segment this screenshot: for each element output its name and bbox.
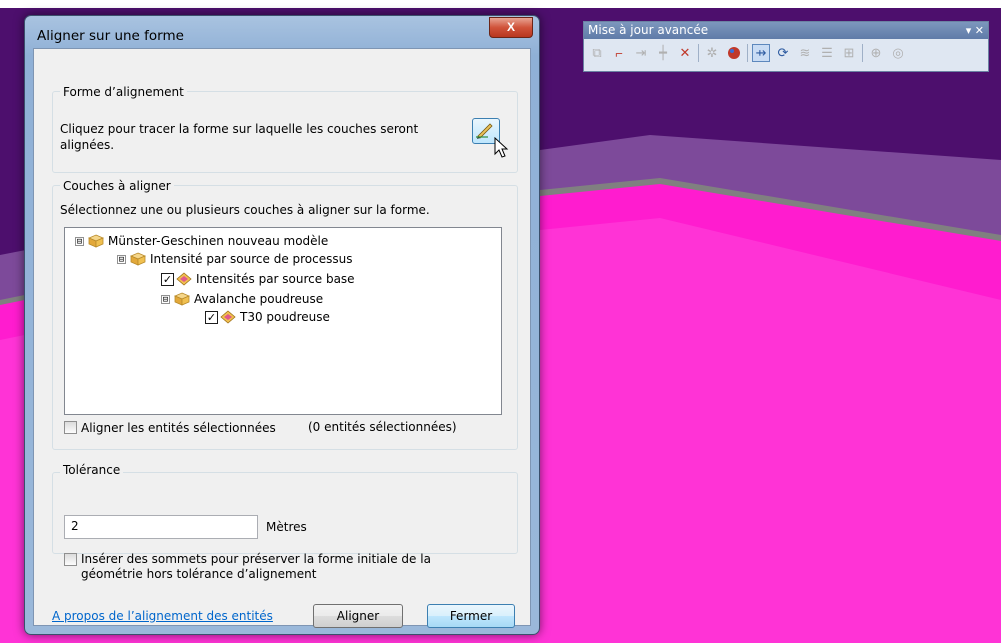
explode-icon[interactable]: ✲ <box>703 44 721 62</box>
align-button[interactable]: Aligner <box>313 604 403 628</box>
toolbar-title[interactable]: Mise à jour avancée ▾ ✕ <box>584 22 988 39</box>
shape-group-legend: Forme d’alignement <box>60 85 187 99</box>
smooth-icon[interactable]: ≋ <box>796 44 814 62</box>
close-icon[interactable]: X <box>489 17 533 38</box>
tree-node-label: T30 poudreuse <box>240 310 330 324</box>
tolerance-input[interactable]: 2 <box>64 515 258 539</box>
tolerance-group <box>52 472 518 554</box>
copy-features-icon[interactable]: ⧉ <box>588 44 606 62</box>
line-intersection-icon[interactable]: ✕ <box>676 44 694 62</box>
tree-node-intensites-base[interactable]: ✓ Intensités par source base <box>161 270 355 288</box>
collapse-icon[interactable]: ⊟ <box>75 236 84 246</box>
toolbar-separator <box>862 44 863 62</box>
layers-tree[interactable]: ⊟ Münster-Geschinen nouveau modèle ⊟ Int… <box>64 227 502 415</box>
layers-group-legend: Couches à aligner <box>60 179 174 193</box>
dialog-body: Forme d’alignement Cliquez pour tracer l… <box>33 48 531 628</box>
tolerance-unit: Mètres <box>266 520 307 534</box>
tolerance-legend: Tolérance <box>60 463 124 477</box>
shape-instruction: Cliquez pour tracer la forme sur laquell… <box>60 122 419 152</box>
about-alignment-link[interactable]: A propos de l’alignement des entités <box>52 609 273 623</box>
construct-points-icon[interactable]: ⊞ <box>840 44 858 62</box>
toolbar-separator <box>747 44 748 62</box>
tree-node-avalanche-poudreuse[interactable]: ⊟ Avalanche poudreuse <box>161 290 323 308</box>
feature-layer-icon <box>220 310 236 324</box>
generalize-icon[interactable] <box>725 44 743 62</box>
layers-instruction: Sélectionnez une ou plusieurs couches à … <box>60 203 430 217</box>
extend-icon[interactable]: ⇥ <box>632 44 650 62</box>
topology-icon[interactable]: ◎ <box>889 44 907 62</box>
feature-layer-icon <box>176 272 192 286</box>
group-layer-icon <box>130 252 146 266</box>
toolbar-separator <box>698 44 699 62</box>
group-layer-icon <box>174 292 190 306</box>
align-to-shape-icon[interactable]: ⇸ <box>752 44 770 62</box>
tree-node-label: Intensités par source base <box>196 272 355 286</box>
insert-vertices-checkbox[interactable] <box>64 553 77 566</box>
dialog-title: Aligner sur une forme <box>37 28 184 44</box>
replace-geometry-icon[interactable]: ⟳ <box>774 44 792 62</box>
tree-node-t30-poudreuse[interactable]: ✓ T30 poudreuse <box>205 308 330 326</box>
selected-count: (0 entités sélectionnées) <box>308 420 457 434</box>
fillet-icon[interactable]: ⌐ <box>610 44 628 62</box>
tree-node-label: Avalanche poudreuse <box>194 292 324 306</box>
toolbar-title-text: Mise à jour avancée <box>588 23 709 37</box>
toolbar-icons: ⧉ ⌐ ⇥ ┿ ✕ ✲ ⇸ ⟳ ≋ ☰ ⊞ ⊕ ◎ <box>588 44 911 62</box>
mouse-cursor-icon <box>494 137 509 158</box>
align-selected-label: Aligner les entités sélectionnées <box>81 421 276 435</box>
insert-vertices-label: Insérer des sommets pour préserver la fo… <box>81 552 431 581</box>
tree-node-label: Münster-Geschinen nouveau modèle <box>108 234 329 248</box>
align-selected-checkbox[interactable] <box>64 421 77 434</box>
trim-icon[interactable]: ┿ <box>654 44 672 62</box>
layer-checkbox[interactable]: ✓ <box>161 272 174 286</box>
toolbar-window-controls[interactable]: ▾ ✕ <box>966 22 984 39</box>
advanced-editing-toolbar: Mise à jour avancée ▾ ✕ ⧉ ⌐ ⇥ ┿ ✕ ✲ ⇸ ⟳ … <box>583 21 989 72</box>
rotate-icon[interactable]: ⊕ <box>867 44 885 62</box>
collapse-icon[interactable]: ⊟ <box>161 294 170 304</box>
layer-checkbox[interactable]: ✓ <box>205 310 218 324</box>
tree-node-intensite-source[interactable]: ⊟ Intensité par source de processus <box>117 250 353 268</box>
group-layer-icon <box>88 234 104 248</box>
construct-geodetic-icon[interactable]: ☰ <box>818 44 836 62</box>
align-to-shape-dialog: Aligner sur une forme X Forme d’aligneme… <box>24 15 540 635</box>
tree-node-munster[interactable]: ⊟ Münster-Geschinen nouveau modèle <box>75 232 328 250</box>
collapse-icon[interactable]: ⊟ <box>117 254 126 264</box>
close-button[interactable]: Fermer <box>427 604 515 628</box>
tree-node-label: Intensité par source de processus <box>150 252 353 266</box>
